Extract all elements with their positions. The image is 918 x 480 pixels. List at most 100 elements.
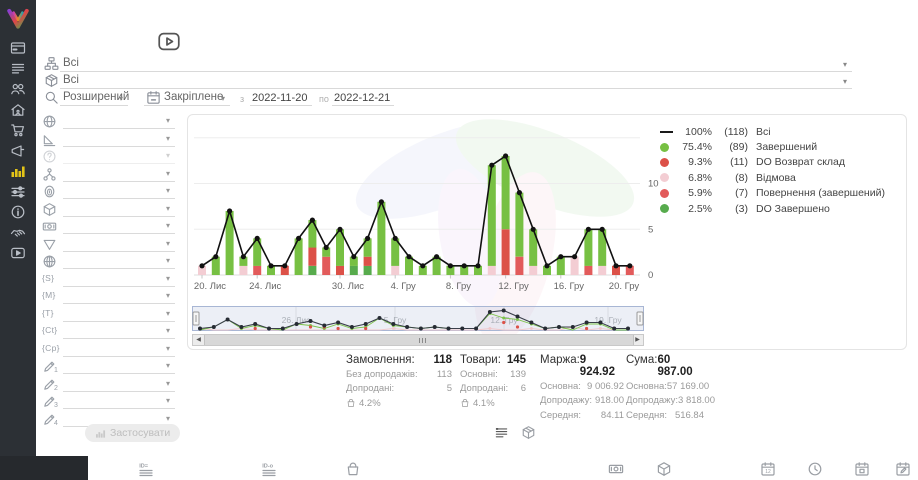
chevron-down-icon[interactable]: ▾	[166, 116, 170, 125]
scroll-right-arrow[interactable]: ▶	[632, 335, 643, 345]
filter-select-payment[interactable]	[63, 219, 175, 234]
filter-row-payment: ▾	[42, 219, 178, 235]
filter-select-source[interactable]	[63, 254, 175, 269]
branch-select[interactable]: Всі	[63, 57, 79, 69]
navigator-handle-left[interactable]	[193, 312, 199, 325]
sidebar-item-company[interactable]	[10, 102, 26, 118]
chevron-down-icon[interactable]: ▾	[166, 169, 170, 178]
sidebar-item-customers[interactable]	[10, 81, 26, 97]
filter-select-status-cp[interactable]	[63, 342, 175, 357]
filter-select-status-m[interactable]	[63, 289, 175, 304]
calendar-edit-icon[interactable]	[895, 461, 911, 477]
sidebar-item-orders[interactable]	[10, 61, 26, 77]
id-equals-icon[interactable]: ID=	[138, 461, 154, 477]
chevron-down-icon[interactable]: ▾	[166, 221, 170, 230]
filter-select-product[interactable]	[63, 202, 175, 217]
chevron-down-icon[interactable]: ▾	[166, 239, 170, 248]
chevron-down-icon[interactable]: ▾	[166, 186, 170, 195]
sidebar-item-dashboard[interactable]	[10, 40, 26, 56]
stat-column-goods: Товари:145Основні:139Допродані:64.1%	[460, 354, 526, 409]
clock-icon[interactable]	[807, 461, 823, 477]
scrollbar-grip	[419, 338, 428, 343]
sidebar-item-analytics[interactable]	[10, 163, 26, 179]
chart-navigator[interactable]: 26. Лис5. Гру12. Гру19. Гру	[192, 306, 644, 332]
chevron-down-icon[interactable]: ▾	[166, 151, 170, 160]
pencil-icon: 3	[42, 394, 57, 409]
chevron-down-icon[interactable]: ▾	[166, 379, 170, 388]
date-to-underline	[332, 105, 394, 106]
legend-item[interactable]: 75.4%(89)Завершений	[660, 139, 906, 154]
money-icon[interactable]	[608, 461, 624, 477]
filter-select-custom-field-1[interactable]	[63, 359, 175, 374]
legend-item[interactable]: 9.3%(11)DO Возврат склад	[660, 155, 906, 170]
filter-select-manager[interactable]	[63, 184, 175, 199]
chevron-down-icon[interactable]: ▾	[119, 94, 123, 103]
filter-select-custom-field-3[interactable]	[63, 394, 175, 409]
stat-sub-value: 5	[447, 383, 452, 394]
legend-item[interactable]: 6.8%(8)Відмова	[660, 170, 906, 185]
chevron-down-icon[interactable]: ▾	[221, 94, 225, 103]
chevron-down-icon[interactable]: ▾	[166, 414, 170, 423]
chevron-down-icon[interactable]: ▾	[166, 309, 170, 318]
chevron-down-icon[interactable]: ▾	[166, 396, 170, 405]
chevron-down-icon[interactable]: ▾	[166, 361, 170, 370]
product-view-toggle[interactable]	[521, 425, 536, 440]
legend-item[interactable]: 100%(118)Всі	[660, 124, 906, 139]
legend-count: (7)	[712, 187, 748, 199]
filter-select-status-s[interactable]	[63, 272, 175, 287]
sidebar-item-media[interactable]	[10, 245, 26, 261]
sidebar-item-partners[interactable]	[10, 225, 26, 241]
legend-item[interactable]: 2.5%(3)DO Завершено	[660, 201, 906, 216]
demo-play-button[interactable]	[150, 30, 188, 53]
chart-scrollbar[interactable]: ◀ ▶	[192, 334, 644, 346]
legend-item[interactable]: 5.9%(7)Повернення (завершений)	[660, 186, 906, 201]
period-mode-select[interactable]: Закріплене	[164, 91, 223, 103]
chevron-down-icon[interactable]: ▾	[166, 291, 170, 300]
chevron-down-icon[interactable]: ▾	[843, 77, 847, 86]
filter-select-structure[interactable]	[63, 167, 175, 182]
filter-select-help[interactable]	[63, 149, 175, 164]
chevron-down-icon[interactable]: ▾	[166, 256, 170, 265]
orders-chart[interactable]: 20. Лис24. Лис30. Лис4. Гру8. Гру12. Гру…	[192, 120, 662, 292]
sidebar-item-purchases[interactable]	[10, 122, 26, 138]
chevron-down-icon[interactable]: ▾	[166, 204, 170, 213]
bottom-left-panel	[0, 456, 88, 480]
chevron-down-icon[interactable]: ▾	[843, 60, 847, 69]
sidebar-item-info[interactable]	[10, 204, 26, 220]
product-select[interactable]: Всі	[63, 74, 79, 86]
sidebar-item-marketing[interactable]	[10, 143, 26, 159]
calendar-date-icon[interactable]: 12	[760, 461, 776, 477]
filter-select-funnel[interactable]	[63, 237, 175, 252]
navigator-handle-right[interactable]	[637, 312, 643, 325]
ruler-icon	[42, 132, 57, 147]
filter-select-region[interactable]	[63, 114, 175, 129]
filter-select-status-ct[interactable]	[63, 324, 175, 339]
calendar-box-icon[interactable]	[854, 461, 870, 477]
app-logo-icon[interactable]	[4, 3, 32, 31]
chevron-down-icon[interactable]: ▾	[166, 344, 170, 353]
scroll-left-arrow[interactable]: ◀	[193, 335, 204, 345]
filter-select-custom-field-2[interactable]	[63, 377, 175, 392]
filter-row-status-cp: {Cp}▾	[42, 342, 178, 358]
package-icon[interactable]	[656, 461, 672, 477]
filter-select-status-t[interactable]	[63, 307, 175, 322]
id-order-icon[interactable]: ID-o	[261, 461, 277, 477]
chevron-down-icon[interactable]: ▾	[166, 326, 170, 335]
chart-bars-icon	[95, 428, 106, 439]
chevron-down-icon[interactable]: ▾	[166, 274, 170, 283]
chevron-down-icon[interactable]: ▾	[166, 134, 170, 143]
stat-value: 9 924.92	[580, 354, 624, 378]
date-from-input[interactable]: 2022-11-20	[252, 92, 307, 104]
sidebar-item-settings[interactable]	[10, 184, 26, 200]
pencil-icon: 2	[42, 377, 57, 392]
date-to-input[interactable]: 2022-12-21	[334, 92, 390, 104]
chart-legend: 100%(118)Всі75.4%(89)Завершений9.3%(11)D…	[660, 124, 906, 216]
list-view-toggle[interactable]	[494, 425, 509, 440]
apply-button[interactable]: Застосувати	[85, 424, 180, 442]
filter-select-margin-level[interactable]	[63, 132, 175, 147]
fingerprint-icon	[42, 184, 57, 199]
filter-row-help: ▾	[42, 149, 178, 165]
svg-text:30. Лис: 30. Лис	[332, 281, 364, 292]
bag-icon[interactable]	[345, 461, 361, 477]
scrollbar-thumb[interactable]	[204, 335, 634, 345]
